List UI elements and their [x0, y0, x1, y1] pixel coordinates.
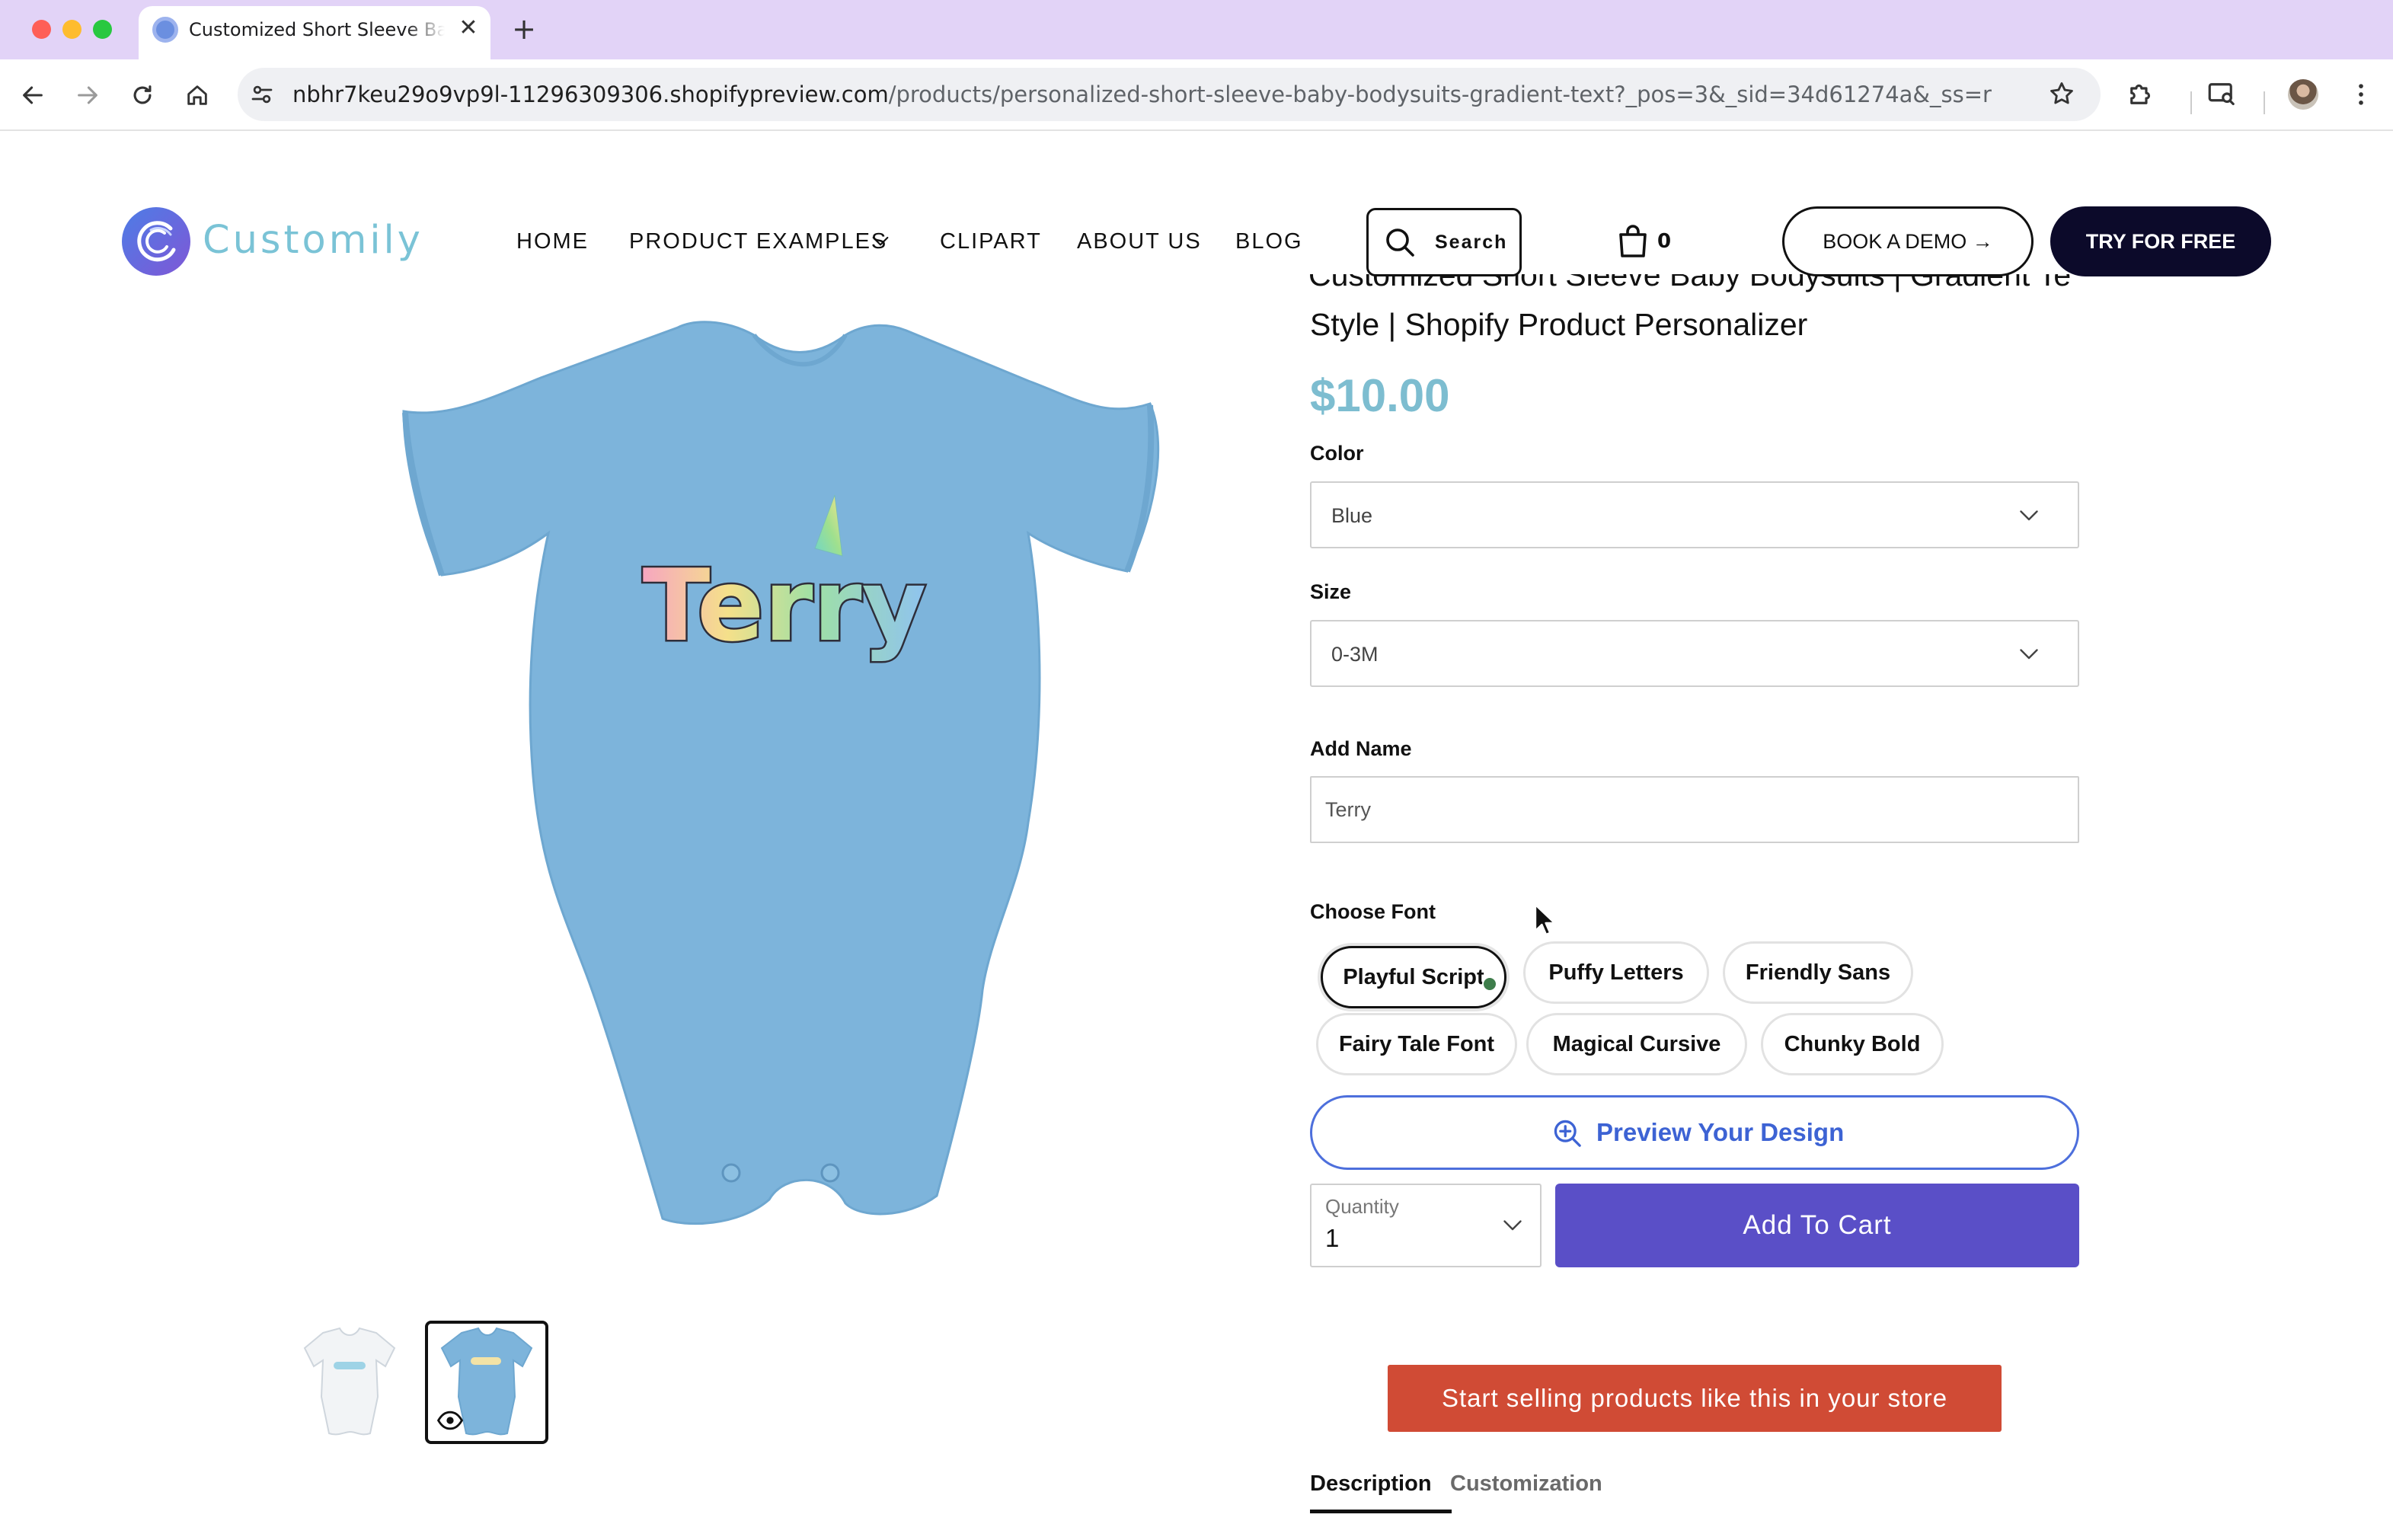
window-minimize-button[interactable] — [62, 20, 81, 39]
thumbnail-1[interactable] — [288, 1321, 411, 1444]
font-option-playful-script[interactable]: Playful Script — [1321, 946, 1506, 1008]
size-label: Size — [1310, 580, 1352, 603]
bookmark-button[interactable] — [2047, 79, 2078, 110]
logo-icon[interactable] — [120, 206, 192, 277]
nav-clipart[interactable]: CLIPART — [940, 228, 1042, 254]
back-button[interactable] — [14, 76, 52, 114]
toolbar-divider — [2190, 91, 2192, 114]
new-tab-button[interactable]: + — [509, 14, 539, 44]
search-icon — [1382, 224, 1418, 260]
logo-text[interactable]: Customily — [203, 216, 423, 265]
url-domain: nbhr7keu29o9vp9l-11296309306.shopifyprev… — [292, 81, 889, 107]
quantity-label: Quantity — [1325, 1195, 1399, 1218]
font-option-chunky-bold[interactable]: Chunky Bold — [1761, 1013, 1944, 1075]
product-price: $10.00 — [1310, 370, 1450, 421]
tab-title: Customized Short Sleeve Baby — [189, 19, 445, 40]
size-select[interactable] — [1310, 620, 2079, 687]
nav-about-us[interactable]: ABOUT US — [1077, 228, 1202, 254]
active-tab-indicator — [1310, 1510, 1452, 1513]
tune-icon — [251, 85, 273, 104]
shopping-bag-icon — [1619, 225, 1647, 257]
font-option-magical-cursive[interactable]: Magical Cursive — [1526, 1013, 1747, 1075]
size-select-value: 0-3M — [1331, 643, 1379, 666]
nav-blog[interactable]: BLOG — [1235, 228, 1303, 254]
selected-check-icon — [1482, 976, 1497, 992]
tab-search-button[interactable] — [2206, 78, 2241, 113]
site-info-button[interactable] — [248, 81, 279, 108]
preview-design-label: Preview Your Design — [1596, 1118, 1845, 1146]
font-option-friendly-sans[interactable]: Friendly Sans — [1723, 941, 1913, 1004]
favicon-icon — [152, 17, 178, 43]
home-button[interactable] — [178, 76, 216, 114]
url-path: /products/personalized-short-sleeve-baby… — [888, 81, 1992, 107]
choose-font-label: Choose Font — [1310, 900, 1436, 923]
arrow-right-icon — [78, 86, 97, 104]
color-label: Color — [1310, 442, 1364, 465]
add-to-cart-button[interactable]: Add To Cart — [1555, 1184, 2079, 1267]
extensions-button[interactable] — [2125, 78, 2160, 113]
tab-description[interactable]: Description — [1310, 1470, 1432, 1497]
start-selling-banner[interactable]: Start selling products like this in your… — [1388, 1365, 2002, 1432]
nav-home[interactable]: HOME — [516, 228, 589, 254]
reload-icon — [133, 85, 152, 104]
quantity-value: 1 — [1325, 1224, 1340, 1252]
product-main-image[interactable]: Terry — [358, 305, 1196, 1264]
arrow-left-icon — [23, 86, 43, 104]
book-demo-button[interactable]: BOOK A DEMO → — [1782, 206, 2034, 276]
nav-product-examples[interactable]: PRODUCT EXAMPLES — [629, 228, 887, 254]
tab-search-icon — [2208, 83, 2235, 106]
window-close-button[interactable] — [32, 20, 51, 39]
forward-button[interactable] — [69, 76, 107, 114]
name-input[interactable] — [1310, 776, 2079, 843]
url-text: nbhr7keu29o9vp9l-11296309306.shopifyprev… — [292, 79, 1992, 110]
bodysuit-name-text: Terry — [643, 548, 927, 663]
browser-menu-button[interactable] — [2346, 79, 2376, 110]
cart-button[interactable] — [1616, 222, 1650, 259]
zoom-in-icon — [1551, 1117, 1584, 1150]
tab-customization[interactable]: Customization — [1450, 1470, 1602, 1497]
puzzle-icon — [2130, 84, 2151, 104]
font-option-puffy-letters[interactable]: Puffy Letters — [1523, 941, 1709, 1004]
toolbar-divider — [2264, 91, 2265, 114]
chevron-down-icon — [1499, 1211, 1526, 1238]
try-free-button[interactable]: TRY FOR FREE — [2050, 206, 2271, 276]
cart-count: 0 — [1657, 230, 1672, 253]
product-title-partial: Customized Short Sleeve Baby Bodysuits |… — [1308, 274, 2070, 292]
search-label: Search — [1435, 232, 1508, 253]
profile-avatar[interactable] — [2288, 79, 2318, 110]
chevron-down-icon — [2015, 640, 2043, 667]
color-select[interactable] — [1310, 481, 2079, 548]
mouse-cursor-icon — [1534, 903, 1557, 937]
window-maximize-button[interactable] — [93, 20, 112, 39]
reload-button[interactable] — [123, 76, 161, 114]
home-icon — [187, 85, 207, 105]
font-option-fairy-tale[interactable]: Fairy Tale Font — [1316, 1013, 1517, 1075]
tab-close-button[interactable]: ✕ — [455, 15, 481, 41]
star-icon — [2050, 82, 2073, 104]
eye-icon — [436, 1407, 465, 1433]
add-name-label: Add Name — [1310, 737, 1412, 760]
product-title: Style | Shopify Product Personalizer — [1310, 307, 1808, 342]
color-select-value: Blue — [1331, 504, 1373, 527]
chevron-down-icon[interactable] — [868, 228, 893, 253]
chevron-down-icon — [2015, 501, 2043, 529]
kebab-menu-icon — [2359, 84, 2363, 105]
